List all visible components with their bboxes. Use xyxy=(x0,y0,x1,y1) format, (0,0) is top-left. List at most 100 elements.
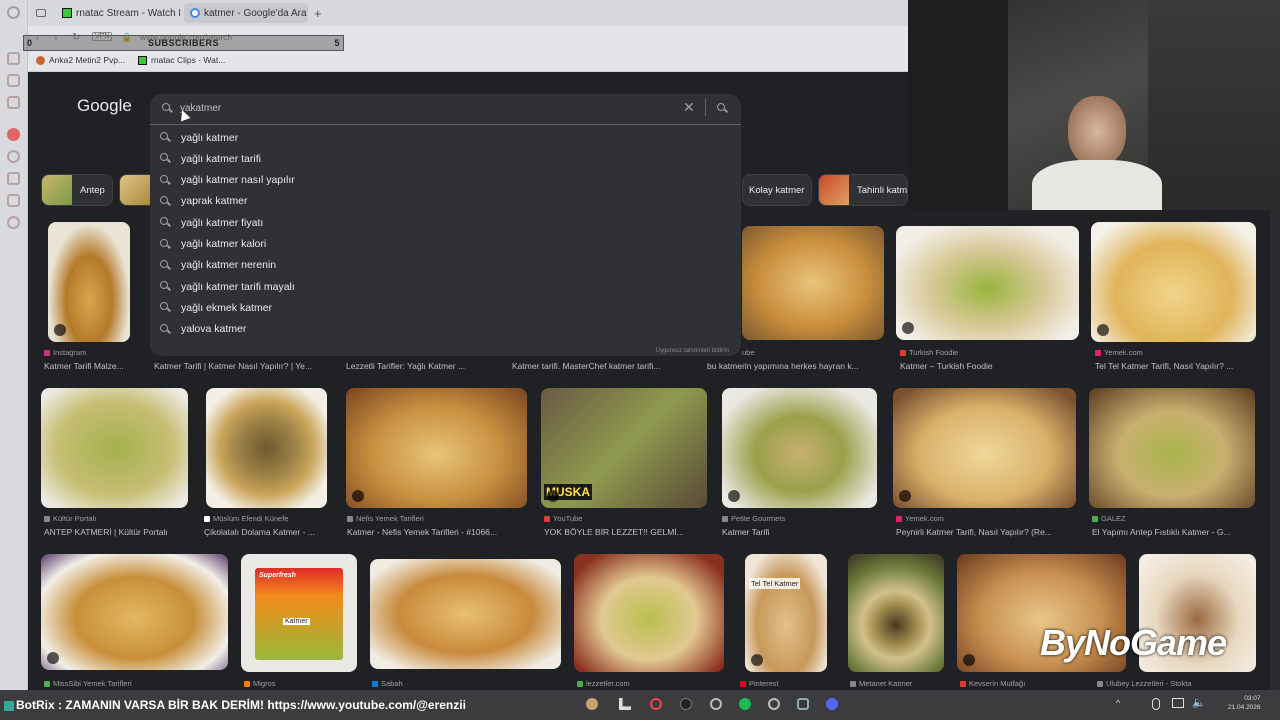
search-icon xyxy=(162,103,173,114)
chip-antep[interactable]: Antep xyxy=(41,174,113,206)
video-icon xyxy=(54,324,66,336)
suggestion-item[interactable]: yağlı ekmek katmer xyxy=(160,297,272,318)
page-scrollbar[interactable] xyxy=(1270,210,1280,690)
opera-icon[interactable] xyxy=(650,698,662,710)
result-source: Müslüm Efendi Künefe xyxy=(204,514,334,523)
settings-icon[interactable] xyxy=(768,698,780,710)
suggestion-label: yağlı katmer tarifi xyxy=(181,152,261,165)
suggestion-item[interactable]: yağlı katmer nerenin xyxy=(160,255,276,276)
image-overlay-text: Tel Tel Katmer xyxy=(749,578,801,589)
sidebar-app-icon[interactable] xyxy=(7,52,20,65)
microphone-icon[interactable] xyxy=(1152,698,1160,710)
clear-icon[interactable]: ✕ xyxy=(683,99,695,116)
search-suggestions-panel: ✕ yağlı katmer yağlı katmer tarifi yağlı k… xyxy=(150,94,741,356)
result-image[interactable] xyxy=(1089,388,1255,508)
suggestion-item[interactable]: yalova katmer xyxy=(160,319,246,340)
sidebar-app-icon[interactable] xyxy=(7,194,20,207)
chip-label: Tahinli katm xyxy=(857,184,908,196)
stream-watermark: ByNoGame xyxy=(1040,622,1227,663)
result-source: YouTube xyxy=(544,514,704,523)
result-image[interactable] xyxy=(848,554,944,672)
result-image[interactable]: Superfresh Katmer xyxy=(241,554,357,672)
history-icon[interactable] xyxy=(7,150,20,163)
opera-logo-icon[interactable] xyxy=(7,6,20,19)
taskbar-app-icon[interactable] xyxy=(710,698,722,710)
result-image[interactable] xyxy=(893,388,1076,508)
sidebar-app-icon[interactable] xyxy=(7,74,20,87)
shelf-dark xyxy=(908,0,1008,210)
result-image[interactable] xyxy=(722,388,877,508)
result-image[interactable] xyxy=(742,226,884,340)
volume-icon[interactable]: 🔈 xyxy=(1192,696,1206,709)
bookmarks-bar: Anka2 Metin2 Pvp... rnatac Clips - Wat..… xyxy=(28,52,908,72)
tray-date: 21.04.2026 xyxy=(1228,704,1261,711)
video-icon xyxy=(728,490,740,502)
obs-icon[interactable] xyxy=(680,698,692,710)
result-caption[interactable]: YOK BÖYLE BİR LEZZET!! GELMİ... xyxy=(544,527,704,537)
result-caption[interactable]: Katmer Tarifi | Katmer Nasıl Yapılır? | … xyxy=(154,361,334,371)
network-icon[interactable] xyxy=(1172,698,1184,708)
sidebar-app-icon[interactable] xyxy=(7,128,20,141)
suggestion-item[interactable]: yağlı katmer tarifi xyxy=(160,148,261,169)
tab-google-search[interactable]: katmer - Google'da Ara xyxy=(184,3,308,23)
tray-chevron-icon[interactable]: ^ xyxy=(1116,698,1120,708)
result-caption[interactable]: Lezzetli Tarifler: Yağlı Katmer ... xyxy=(346,361,496,371)
result-image[interactable] xyxy=(41,554,228,670)
taskbar-app-icon[interactable] xyxy=(586,698,598,710)
result-caption[interactable]: Katmer – Turkish Foodie xyxy=(900,361,1080,371)
google-logo[interactable]: Google xyxy=(77,96,132,116)
tab-menu-icon[interactable] xyxy=(30,3,54,23)
result-image[interactable] xyxy=(1091,222,1256,342)
result-caption[interactable]: Katmer Tarifi xyxy=(722,527,872,537)
shelf-right xyxy=(1148,0,1280,210)
suggestion-item[interactable]: yağlı katmer nasıl yapılır xyxy=(160,170,295,191)
tab-strip: rnatac Stream - Watch Liv katmer - Googl… xyxy=(28,0,908,26)
chip-tahinli-katmer[interactable]: Tahinli katm xyxy=(818,174,908,206)
result-caption[interactable]: Peynirli Katmer Tarifi, Nasıl Yapılır? (… xyxy=(896,527,1076,537)
result-image[interactable] xyxy=(346,388,527,508)
result-image[interactable] xyxy=(370,559,561,669)
settings-icon[interactable] xyxy=(7,216,20,229)
result-image[interactable] xyxy=(574,554,724,672)
tab-rnatac-stream[interactable]: rnatac Stream - Watch Liv xyxy=(56,3,180,23)
suggestion-item[interactable]: yağlı katmer tarifi mayalı xyxy=(160,276,295,297)
suggestion-label: yağlı katmer nasıl yapılır xyxy=(181,174,295,187)
result-image[interactable] xyxy=(41,388,188,508)
result-source: Turkish Foodie xyxy=(900,348,1070,357)
divider xyxy=(150,124,741,125)
result-caption[interactable]: Katmer Tarifi Malze... xyxy=(44,361,144,371)
tray-clock[interactable]: 03:07 21.04.2026 xyxy=(1228,694,1261,712)
downloads-icon[interactable] xyxy=(7,172,20,185)
chip-kolay-katmer[interactable]: Kolay katmer xyxy=(742,174,812,206)
suggestion-item[interactable]: yağlı katmer kalori xyxy=(160,234,266,255)
discord-icon[interactable] xyxy=(826,698,838,710)
result-caption[interactable]: Çikolatalı Dolama Katmer - ... xyxy=(204,527,334,537)
result-caption[interactable]: Katmer tarifi. MasterChef katmer tarifi.… xyxy=(512,361,702,371)
result-image[interactable] xyxy=(206,388,327,508)
suggestion-item[interactable]: yağlı katmer fiyatı xyxy=(160,212,263,233)
result-caption[interactable]: ANTEP KATMERİ | Kültür Portalı xyxy=(44,527,194,537)
result-caption[interactable]: Katmer - Nefis Yemek Tarifleri - #1066..… xyxy=(347,527,527,537)
suggestion-item[interactable]: yaprak katmer xyxy=(160,191,248,212)
taskbar-app-icon[interactable] xyxy=(619,698,631,710)
video-icon xyxy=(751,654,763,666)
result-image[interactable] xyxy=(48,222,130,342)
result-image[interactable]: MUSKA xyxy=(541,388,707,508)
taskbar-app-icon[interactable] xyxy=(797,698,809,710)
suggestion-item[interactable]: yağlı katmer xyxy=(160,127,238,148)
report-predictions-link[interactable]: Uygunsuz tahminleri bildirin xyxy=(656,348,729,354)
result-caption[interactable]: Tel Tel Katmer Tarifi, Nasıl Yapılır? ..… xyxy=(1095,361,1265,371)
spotify-icon[interactable] xyxy=(739,698,751,710)
new-tab-button[interactable]: + xyxy=(312,3,328,23)
search-input[interactable] xyxy=(180,100,660,116)
bookmark-anka2[interactable]: Anka2 Metin2 Pvp... xyxy=(36,55,125,65)
video-icon xyxy=(1097,324,1109,336)
tray-time: 03:07 xyxy=(1244,695,1261,702)
sidebar-app-icon[interactable] xyxy=(7,96,20,109)
bookmark-rnatac-clips[interactable]: rnatac Clips - Wat... xyxy=(138,55,225,65)
result-caption[interactable]: El Yapımı Antep Fıstıklı Katmer - G... xyxy=(1092,527,1264,537)
result-image[interactable] xyxy=(896,226,1079,340)
search-submit-icon[interactable] xyxy=(717,103,728,114)
result-caption[interactable]: bu katmerin yapımına herkes hayran k... xyxy=(707,361,887,371)
result-image[interactable]: Tel Tel Katmer xyxy=(745,554,827,672)
